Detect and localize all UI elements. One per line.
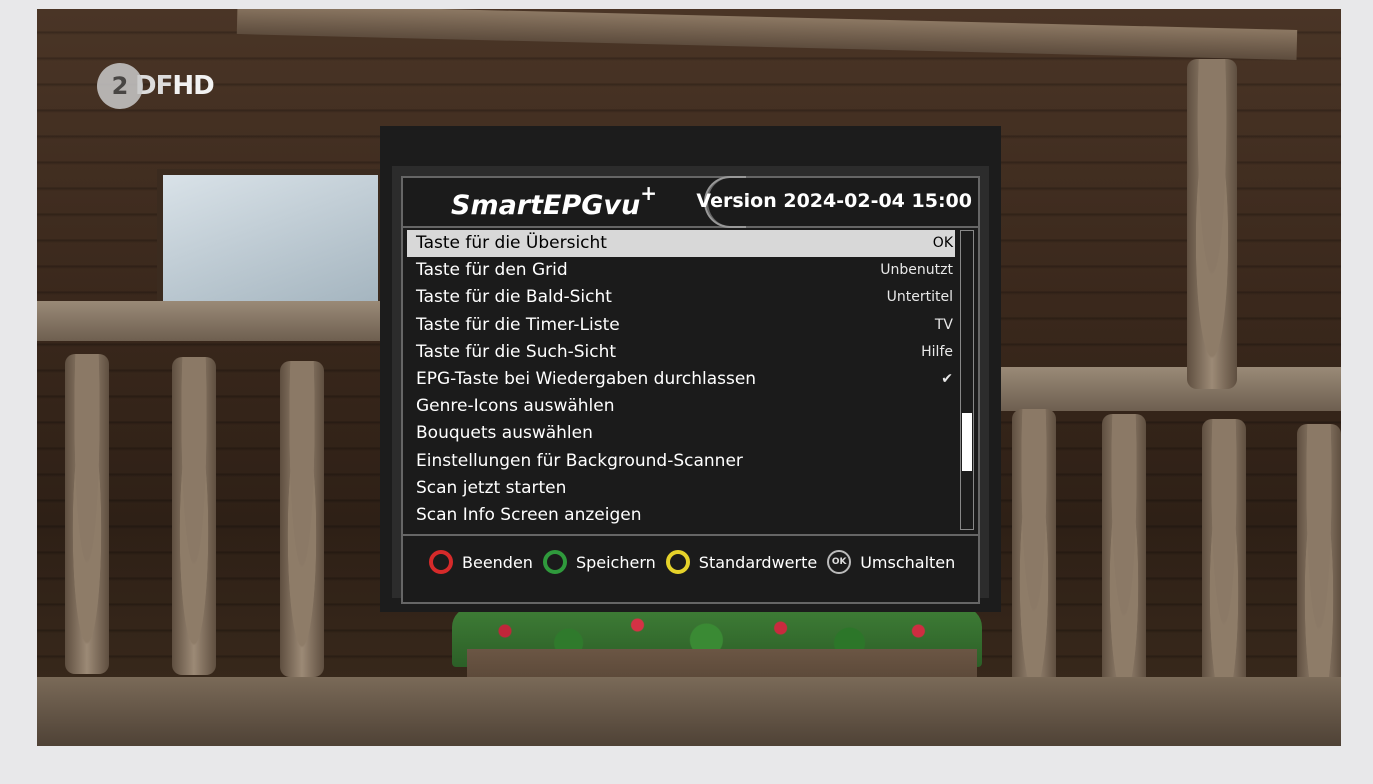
settings-row-label: Bouquets auswählen <box>416 423 593 444</box>
plugin-title-plus: + <box>640 181 658 205</box>
exit-button[interactable]: Beenden <box>429 550 533 574</box>
scrollbar-thumb[interactable] <box>962 413 972 471</box>
version-label: Version 2024-02-04 15:00 <box>696 190 972 212</box>
channel-logo-circle: 2 <box>97 63 143 109</box>
settings-row-value: Hilfe <box>921 343 953 360</box>
baluster <box>65 354 109 674</box>
channel-logo: 2 DFHD <box>97 63 215 109</box>
settings-dialog: SmartEPGvu+ Version 2024-02-04 15:00 Tas… <box>380 126 1001 612</box>
settings-row-label: Taste für die Timer-Liste <box>416 314 620 335</box>
baluster <box>172 357 216 675</box>
toggle-button[interactable]: OK Umschalten <box>827 550 955 574</box>
settings-row[interactable]: Taste für die Timer-Liste TV <box>407 312 955 339</box>
channel-logo-hd: HD <box>172 71 214 101</box>
balcony-floor <box>37 677 1341 746</box>
settings-row[interactable]: Scan Info Screen anzeigen <box>407 502 955 529</box>
settings-row[interactable]: Taste für die Such-Sicht Hilfe <box>407 339 955 366</box>
balcony-rail-left <box>37 301 382 341</box>
settings-row[interactable]: Taste für den Grid Unbenutzt <box>407 257 955 284</box>
dialog-header: SmartEPGvu+ Version 2024-02-04 15:00 <box>403 176 978 228</box>
plugin-title-text: SmartEPGvu <box>451 190 641 221</box>
settings-row-label: Scan jetzt starten <box>416 477 567 498</box>
version-box: Version 2024-02-04 15:00 <box>696 176 978 228</box>
settings-row-label: Taste für die Such-Sicht <box>416 341 617 362</box>
roof-beam <box>236 9 1298 60</box>
settings-row-label: Einstellungen für Background-Scanner <box>416 450 743 471</box>
plugin-title: SmartEPGvu+ <box>451 181 657 221</box>
settings-row-value: OK <box>932 235 953 251</box>
save-button[interactable]: Speichern <box>542 550 656 574</box>
green-button-icon <box>542 550 567 574</box>
exit-button-label: Beenden <box>462 552 533 572</box>
balcony-rail-right <box>997 367 1341 411</box>
settings-row-value: Untertitel <box>886 289 953 306</box>
ok-button-icon: OK <box>827 550 852 574</box>
settings-row[interactable]: Scan jetzt starten <box>407 475 955 502</box>
settings-row[interactable]: Genre-Icons auswählen <box>407 393 955 420</box>
channel-logo-number: 2 <box>111 72 129 100</box>
baluster <box>280 361 324 677</box>
settings-row-value: TV <box>934 316 953 333</box>
dialog-footer: Beenden Speichern Standardwerte OK Umsch… <box>403 534 978 604</box>
settings-row[interactable]: EPG-Taste bei Wiedergaben durchlassen ✔ <box>407 366 955 393</box>
settings-row-label: Scan Info Screen anzeigen <box>416 504 642 525</box>
defaults-button-label: Standardwerte <box>698 552 818 572</box>
red-button-icon <box>429 550 453 574</box>
save-button-label: Speichern <box>575 552 656 572</box>
settings-row-label: Genre-Icons auswählen <box>416 396 615 417</box>
settings-row[interactable]: Taste für die Bald-Sicht Untertitel <box>407 284 955 311</box>
settings-row[interactable]: Taste für die Übersicht OK <box>407 230 955 258</box>
settings-panel: SmartEPGvu+ Version 2024-02-04 15:00 Tas… <box>401 176 980 604</box>
defaults-button[interactable]: Standardwerte <box>665 550 818 574</box>
settings-row[interactable]: Einstellungen für Background-Scanner <box>407 448 955 475</box>
settings-row-label: Taste für die Bald-Sicht <box>416 287 612 308</box>
checkmark-icon: ✔ <box>941 370 953 387</box>
toggle-button-label: Umschalten <box>860 552 956 572</box>
settings-row-value: Unbenutzt <box>880 262 953 279</box>
baluster <box>1012 409 1056 719</box>
scrollbar[interactable] <box>960 230 974 530</box>
settings-row-label: Taste für den Grid <box>416 260 568 281</box>
yellow-button-icon <box>665 550 690 574</box>
settings-row[interactable]: Bouquets auswählen <box>407 420 955 447</box>
settings-row-label: Taste für die Übersicht <box>416 233 607 253</box>
color-button-bar: Beenden Speichern Standardwerte OK Umsch… <box>429 550 965 574</box>
baluster <box>1187 59 1237 389</box>
settings-list[interactable]: Taste für die Übersicht OK Taste für den G… <box>407 230 955 529</box>
channel-logo-text: DFHD <box>135 71 215 101</box>
settings-row-label: EPG-Taste bei Wiedergaben durchlassen <box>416 368 757 389</box>
